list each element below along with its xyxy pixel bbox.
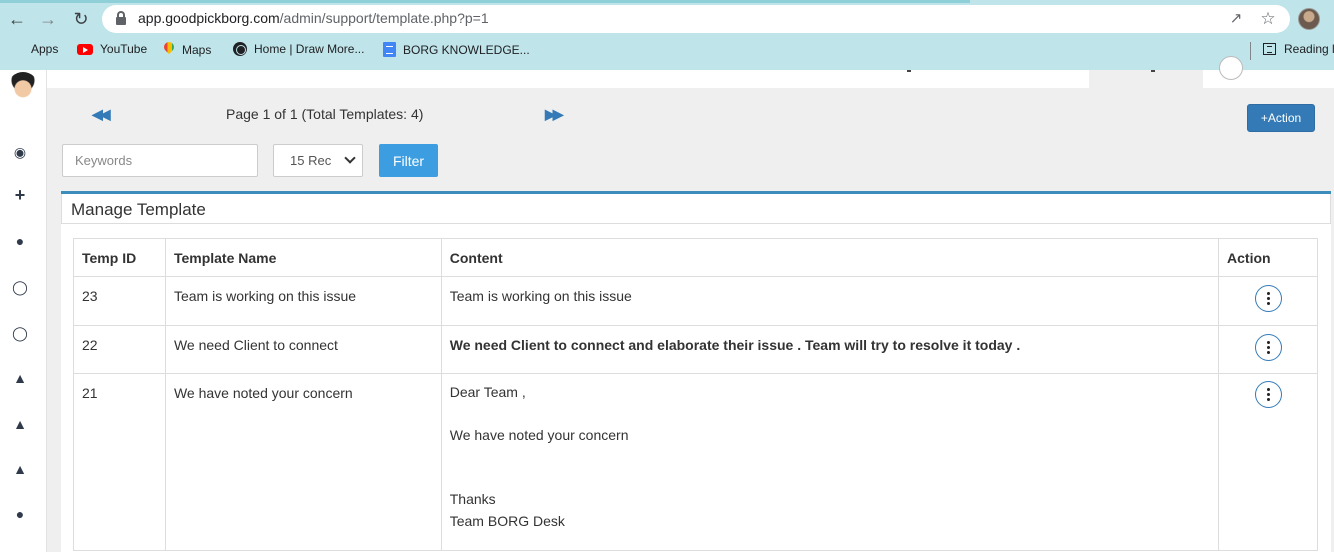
docs-icon <box>383 42 396 57</box>
action-button[interactable]: +Action <box>1247 104 1315 132</box>
address-bar[interactable]: app.goodpickborg.com/admin/support/templ… <box>102 5 1290 33</box>
cell-temp-id: 23 <box>73 276 166 326</box>
cell-content: Dear Team , We have noted your concern T… <box>440 373 1220 551</box>
thumbs-up-icon[interactable]: ▲ <box>11 369 29 387</box>
chat-icon[interactable]: ◯ <box>11 278 29 296</box>
cell-action <box>1218 325 1318 374</box>
templates-table: Temp ID Template Name Content Action 23 … <box>73 238 1318 551</box>
more-options-icon[interactable] <box>1254 285 1282 312</box>
cell-template-name: We need Client to connect <box>164 325 442 374</box>
cell-action <box>1218 276 1318 326</box>
dashboard-icon[interactable]: ◉ <box>11 143 29 161</box>
table-row: 22 We need Client to connect We need Cli… <box>73 325 1318 374</box>
forward-arrow-icon[interactable]: → <box>37 8 59 30</box>
bookmark-home-draw-more[interactable]: Home | Draw More... <box>233 42 364 56</box>
bookmark-maps[interactable]: Maps <box>163 42 211 57</box>
more-options-icon[interactable] <box>1254 334 1282 361</box>
column-header-action: Action <box>1218 238 1318 277</box>
plus-icon: + <box>1260 111 1268 125</box>
panel-title: Manage Template <box>61 194 1331 224</box>
pager-text: Page 1 of 1 (Total Templates: 4) <box>226 106 424 122</box>
thumbs-up-icon[interactable]: ▲ <box>11 460 29 478</box>
chevron-down-icon <box>344 152 356 164</box>
user-icon[interactable]: ● <box>11 232 29 250</box>
url-text: app.goodpickborg.com/admin/support/templ… <box>138 10 489 26</box>
profile-avatar[interactable] <box>1298 8 1320 30</box>
table-row: 21 We have noted your concern Dear Team … <box>73 373 1318 551</box>
cell-template-name: We have noted your concern <box>164 373 442 551</box>
star-icon[interactable]: ☆ <box>1258 9 1278 29</box>
maps-icon <box>163 42 175 57</box>
plus-icon[interactable]: + <box>11 186 29 204</box>
first-page-icon[interactable]: ◀◀ <box>92 106 110 123</box>
reload-icon[interactable]: ↻ <box>70 8 92 30</box>
table-header-row: Temp ID Template Name Content Action <box>73 238 1318 277</box>
chat-icon[interactable]: ◯ <box>11 324 29 342</box>
user-icon[interactable]: ● <box>11 505 29 523</box>
last-page-icon[interactable]: ▶▶ <box>545 106 563 123</box>
bookmark-youtube[interactable]: YouTube <box>77 42 147 56</box>
share-icon[interactable]: ↗ <box>1226 9 1246 29</box>
reading-list-icon <box>1263 43 1276 55</box>
records-per-page-select[interactable]: 15 Rec <box>273 144 363 177</box>
column-header-template-name: Template Name <box>164 238 442 277</box>
bookmarks-divider <box>1250 42 1251 60</box>
user-avatar[interactable] <box>8 72 38 100</box>
cell-temp-id: 22 <box>73 325 166 374</box>
cell-temp-id: 21 <box>73 373 166 551</box>
cell-template-name: Team is working on this issue <box>164 276 442 326</box>
manage-template-panel: Manage Template Temp ID Template Name Co… <box>61 191 1331 552</box>
thumbs-up-icon[interactable]: ▲ <box>11 415 29 433</box>
bookmark-apps[interactable]: Apps <box>10 42 58 56</box>
main-content: ◀◀ Page 1 of 1 (Total Templates: 4) ▶▶ +… <box>47 56 1334 552</box>
notification-icon[interactable] <box>1219 56 1243 80</box>
reading-list[interactable]: Reading l <box>1263 42 1334 56</box>
active-tab[interactable] <box>1089 70 1203 88</box>
column-header-temp-id: Temp ID <box>73 238 166 277</box>
back-arrow-icon[interactable]: ← <box>6 8 28 30</box>
filter-button[interactable]: Filter <box>379 144 438 177</box>
bookmark-borg-knowledge[interactable]: BORG KNOWLEDGE... <box>383 42 530 57</box>
globe-icon <box>233 42 247 56</box>
keywords-input[interactable] <box>62 144 258 177</box>
cell-action <box>1218 373 1318 551</box>
panel-body: Temp ID Template Name Content Action 23 … <box>61 225 1331 552</box>
table-row: 23 Team is working on this issue Team is… <box>73 276 1318 326</box>
lock-icon <box>116 11 126 25</box>
top-nav-strip <box>47 56 1334 88</box>
bookmarks-bar: Apps YouTube Maps Home | Draw More... BO… <box>0 40 1334 62</box>
cell-content: We need Client to connect and elaborate … <box>440 325 1220 374</box>
more-options-icon[interactable] <box>1254 381 1282 408</box>
apps-grid-icon <box>10 42 24 56</box>
youtube-icon <box>77 43 93 55</box>
cell-content: Team is working on this issue <box>440 276 1220 326</box>
browser-toolbar: ← → ↻ app.goodpickborg.com/admin/support… <box>0 0 1334 70</box>
column-header-content: Content <box>440 238 1220 277</box>
sidebar: ◉ + ● ◯ ◯ ▲ ▲ ▲ ● <box>0 70 47 552</box>
